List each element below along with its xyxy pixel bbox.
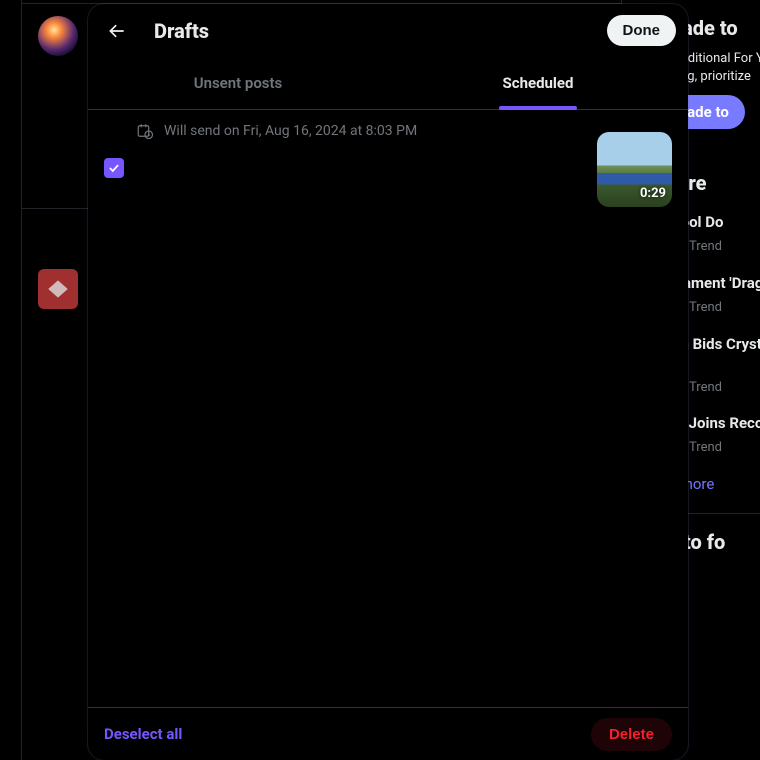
schedule-text: Will send on Fri, Aug 16, 2024 at 8:03 P… xyxy=(164,123,417,139)
modal-body: Will send on Fri, Aug 16, 2024 at 8:03 P… xyxy=(88,110,688,707)
scheduled-draft-item[interactable]: Will send on Fri, Aug 16, 2024 at 8:03 P… xyxy=(88,110,688,223)
tab-label: Scheduled xyxy=(503,74,574,92)
back-button[interactable] xyxy=(100,14,134,48)
draft-checkbox[interactable] xyxy=(104,158,124,178)
modal-header: Drafts Done xyxy=(88,4,688,57)
avatar xyxy=(38,269,78,309)
trend-meta-text: Trend xyxy=(689,440,722,455)
modal-footer: Deselect all Delete xyxy=(88,707,688,760)
calendar-clock-icon xyxy=(136,122,154,140)
bg-left-gutter xyxy=(0,0,22,760)
trend-meta-text: Trend xyxy=(689,239,722,254)
done-button[interactable]: Done xyxy=(607,15,677,46)
arrow-left-icon xyxy=(107,21,127,41)
draft-main: Will send on Fri, Aug 16, 2024 at 8:03 P… xyxy=(136,122,585,140)
media-duration: 0:29 xyxy=(640,186,666,201)
trend-meta-text: Trend xyxy=(689,300,722,315)
check-icon xyxy=(107,161,121,175)
tab-label: Unsent posts xyxy=(194,74,283,92)
deselect-all-button[interactable]: Deselect all xyxy=(104,725,182,743)
drafts-modal: Drafts Done Unsent posts Scheduled xyxy=(88,4,688,760)
schedule-line: Will send on Fri, Aug 16, 2024 at 8:03 P… xyxy=(136,122,585,140)
draft-media-thumbnail[interactable]: 0:29 xyxy=(597,132,672,207)
modal-title: Drafts xyxy=(154,19,587,43)
tabs: Unsent posts Scheduled xyxy=(88,57,688,110)
avatar xyxy=(38,16,78,56)
tab-unsent-posts[interactable]: Unsent posts xyxy=(88,57,388,109)
tab-scheduled[interactable]: Scheduled xyxy=(388,57,688,109)
delete-button[interactable]: Delete xyxy=(591,718,672,751)
trend-meta-text: Trend xyxy=(689,380,722,395)
